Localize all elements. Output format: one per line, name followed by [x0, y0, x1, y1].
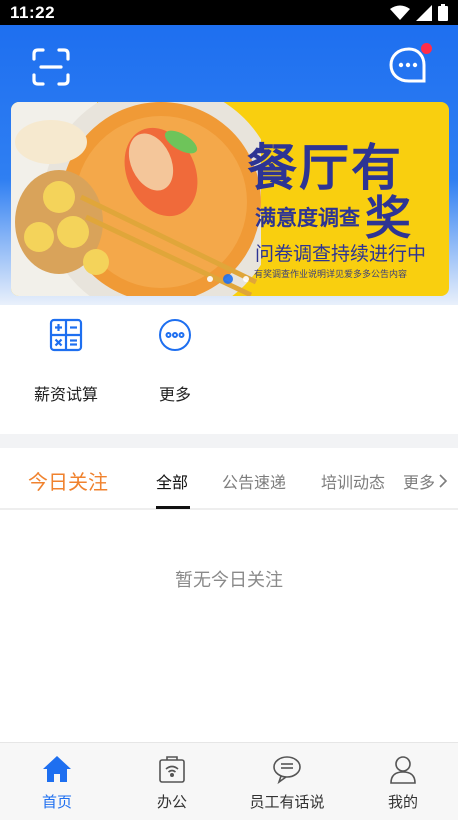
more-dots-icon [159, 319, 191, 351]
scan-icon [32, 48, 70, 86]
tab-all[interactable]: 全部 [156, 469, 188, 493]
home-icon [43, 756, 71, 782]
active-tab-underline [156, 506, 190, 509]
food-illustration [11, 102, 261, 296]
nav-label: 办公 [156, 794, 187, 811]
calculator-icon [49, 318, 83, 352]
nav-employee-voice[interactable]: 员工有话说 [230, 743, 344, 820]
bottom-navigation: 首页 办公 员工有话说 我的 [0, 742, 458, 820]
nav-label: 我的 [387, 794, 418, 811]
message-button[interactable] [386, 43, 436, 91]
unread-badge [421, 43, 432, 54]
status-time: 11:22 [10, 2, 56, 22]
carousel-dots[interactable] [207, 274, 249, 284]
quick-entry-salary[interactable]: 薪资试算 [11, 309, 121, 434]
scan-button[interactable] [28, 45, 74, 89]
office-bag-icon [159, 756, 185, 783]
status-icons [390, 4, 448, 21]
user-icon [390, 756, 416, 784]
nav-label: 员工有话说 [249, 794, 325, 811]
carousel-dot-active[interactable] [223, 274, 233, 284]
nav-label: 首页 [41, 794, 72, 811]
nav-mine[interactable]: 我的 [346, 743, 458, 820]
news-tabs: 今日关注 全部 公告速递 培训动态 更多 [0, 448, 458, 510]
quick-entry-label: 更多 [158, 387, 191, 404]
status-bar: 11:22 [0, 0, 458, 25]
promo-banner[interactable]: 餐厅有 奖 满意度调查 问卷调查持续进行中 有奖调查作业说明详见爱多多公告内容 [11, 102, 449, 296]
signal-icon [416, 4, 432, 21]
battery-icon [438, 4, 448, 21]
banner-line: 问卷调查持续进行中 [255, 244, 427, 265]
quick-entry-label: 薪资试算 [33, 387, 98, 404]
nav-office[interactable]: 办公 [115, 743, 229, 820]
app-screen: 11:22 餐厅有 奖 满意度调查 问卷调查持续进行中 有奖调查作业说明详见爱多… [0, 0, 458, 820]
quick-entry-card: 薪资试算 更多 [11, 309, 449, 434]
section-divider [0, 434, 458, 448]
wifi-icon [390, 5, 410, 20]
empty-state-message: 暂无今日关注 [175, 570, 283, 590]
tab-more-label: 更多 [403, 475, 436, 492]
tab-more[interactable]: 更多 [403, 469, 449, 493]
carousel-dot[interactable] [243, 276, 249, 282]
chevron-right-icon [439, 474, 448, 488]
banner-small-text: 有奖调查作业说明详见爱多多公告内容 [254, 269, 408, 279]
tab-training[interactable]: 培训动态 [321, 469, 385, 493]
banner-subtitle: 满意度调查 [255, 207, 360, 230]
nav-home[interactable]: 首页 [0, 743, 114, 820]
carousel-dot[interactable] [207, 276, 213, 282]
quick-entry-more[interactable]: 更多 [120, 309, 230, 434]
message-icon [273, 756, 301, 785]
tab-announcements[interactable]: 公告速递 [222, 469, 286, 493]
tab-today-focus[interactable]: 今日关注 [28, 466, 108, 495]
